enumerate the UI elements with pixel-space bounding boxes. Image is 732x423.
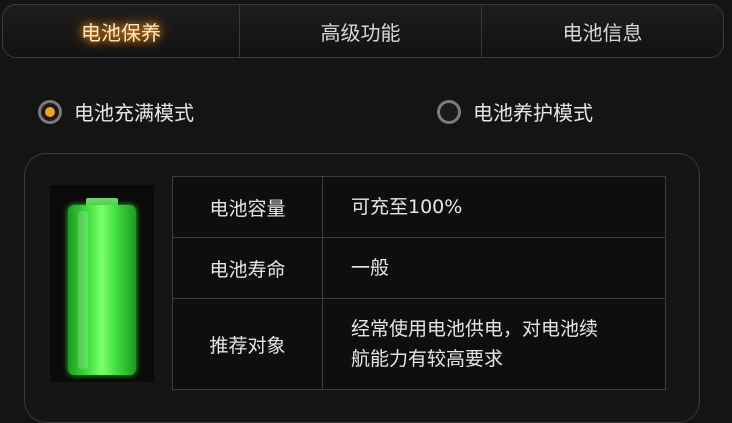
table-row: 推荐对象 经常使用电池供电，对电池续 航能力有较高要求 — [172, 298, 666, 390]
table-row: 电池寿命 一般 — [172, 237, 666, 299]
lifespan-key: 电池寿命 — [172, 237, 323, 299]
tab-battery-maintenance[interactable]: 电池保养 — [3, 5, 239, 57]
battery-icon — [50, 185, 154, 382]
capacity-key: 电池容量 — [172, 176, 323, 238]
radio-selected-icon — [38, 99, 62, 124]
recommended-for-value: 经常使用电池供电，对电池续 航能力有较高要求 — [322, 298, 666, 390]
battery-level-fill — [68, 205, 136, 375]
recommended-for-line1: 经常使用电池供电，对电池续 — [351, 318, 599, 340]
recommended-for-key: 推荐对象 — [172, 298, 323, 390]
capacity-value: 可充至100% — [322, 176, 666, 238]
full-charge-mode-label: 电池充满模式 — [74, 101, 194, 125]
battery-info-table: 电池容量 可充至100% 电池寿命 一般 推荐对象 经常使用电池供电，对电池续 … — [172, 176, 666, 390]
table-row: 电池容量 可充至100% — [172, 176, 666, 238]
full-charge-mode-radio[interactable]: 电池充满模式 — [38, 97, 194, 126]
recommended-for-line2: 航能力有较高要求 — [351, 348, 504, 370]
lifespan-value: 一般 — [322, 237, 666, 299]
tab-bar: 电池保养 高级功能 电池信息 — [2, 4, 724, 58]
maintenance-mode-radio[interactable]: 电池养护模式 — [437, 97, 593, 126]
tab-battery-info[interactable]: 电池信息 — [481, 5, 723, 57]
maintenance-mode-label: 电池养护模式 — [473, 101, 593, 125]
radio-unselected-icon — [437, 99, 461, 124]
tab-advanced-functions[interactable]: 高级功能 — [239, 5, 481, 57]
